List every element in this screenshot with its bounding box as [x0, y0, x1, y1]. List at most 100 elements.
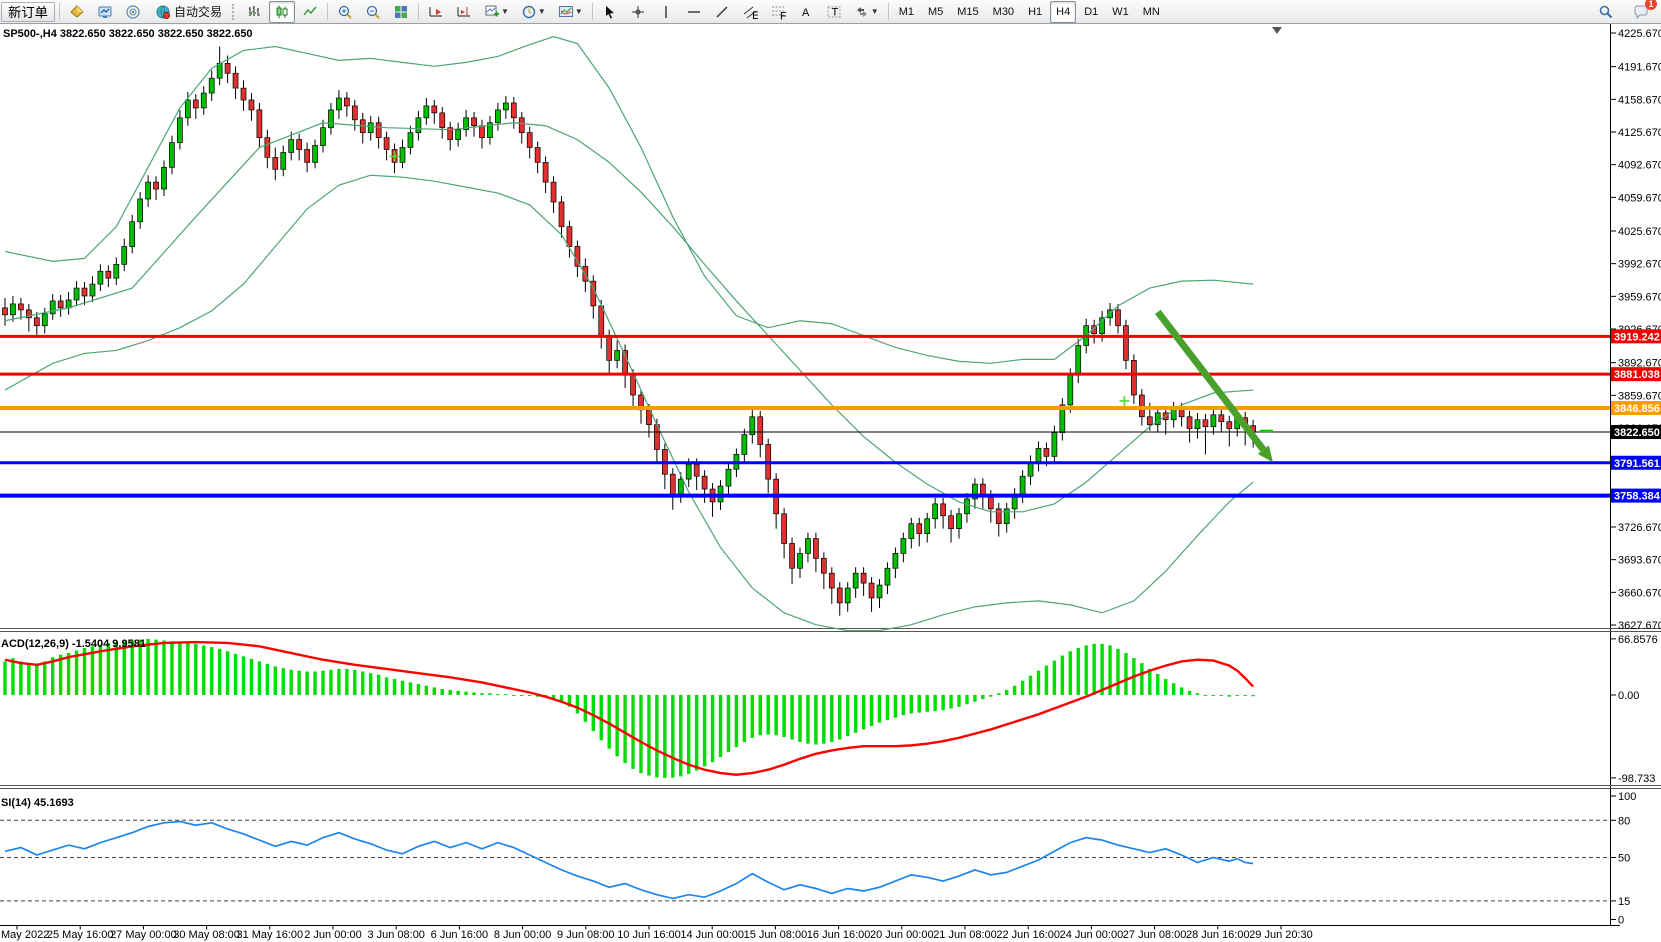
svg-text:E: E	[752, 10, 758, 20]
candle	[169, 143, 174, 168]
macd-histogram-bar	[687, 695, 690, 774]
candle	[686, 464, 691, 479]
macd-histogram-bar	[337, 669, 340, 695]
crosshair-tool-button[interactable]	[625, 1, 651, 23]
macd-histogram-bar	[274, 666, 277, 695]
price-tick-label: 3859.670	[1618, 390, 1661, 402]
chart-shift-marker[interactable]	[1272, 27, 1282, 34]
candle	[1028, 462, 1033, 476]
trend-arrow-line[interactable]	[1158, 312, 1264, 450]
arrows-tool-dropdown[interactable]: ▼	[849, 1, 884, 23]
timeframe-button-m30[interactable]: M30	[987, 1, 1020, 23]
macd-histogram-bar	[1228, 695, 1231, 697]
price-chart-canvas[interactable]: 4225.6704191.6704158.6704125.6704092.670…	[0, 0, 1661, 942]
macd-histogram-bar	[496, 694, 499, 695]
macd-histogram-bar	[647, 695, 650, 776]
price-tick-label: 4025.670	[1618, 226, 1661, 238]
macd-histogram-bar	[369, 673, 372, 695]
candle	[758, 417, 763, 445]
macd-histogram-bar	[886, 695, 889, 720]
macd-histogram-bar	[973, 695, 976, 702]
macd-histogram-bar	[631, 695, 634, 769]
search-icon[interactable]	[1593, 1, 1619, 23]
macd-histogram-bar	[480, 693, 483, 695]
time-tick-label: 10 Jun 16:00	[617, 929, 681, 941]
macd-histogram-bar	[1244, 695, 1247, 696]
timeframe-button-h1[interactable]: H1	[1022, 1, 1048, 23]
indicators-dropdown[interactable]: ▼	[553, 1, 588, 23]
macd-histogram-bar	[1061, 656, 1064, 695]
text-tool-button[interactable]: A	[793, 1, 819, 23]
macd-histogram-bar	[393, 679, 396, 695]
macd-histogram-bar	[782, 695, 785, 737]
price-tick-label: 4225.670	[1618, 28, 1661, 40]
tile-windows-button[interactable]	[388, 1, 414, 23]
macd-histogram-bar	[1092, 644, 1095, 695]
candle	[297, 140, 302, 150]
macd-axis-label: 0.00	[1618, 690, 1639, 702]
market-watch-icon[interactable]	[92, 1, 118, 23]
candle	[416, 118, 421, 133]
macd-histogram-bar	[997, 693, 1000, 695]
macd-histogram-bar	[1029, 676, 1032, 695]
macd-histogram-bar	[639, 695, 642, 773]
candle	[1004, 509, 1009, 524]
channel-tool-button[interactable]: E	[737, 1, 763, 23]
signal-radar-icon[interactable]	[120, 1, 146, 23]
candle	[1020, 476, 1025, 494]
new-order-button[interactable]: 新订单	[1, 2, 55, 22]
gold-chart-icon[interactable]	[64, 1, 90, 23]
cursor-tool-button[interactable]	[597, 1, 623, 23]
autotrading-button[interactable]: 自动交易	[148, 1, 229, 23]
time-tick-label: 27 Jun 08:00	[1123, 929, 1187, 941]
macd-histogram-bar	[584, 695, 587, 722]
svg-text:F: F	[780, 10, 786, 20]
candle-chart-type-button[interactable]	[269, 1, 295, 23]
macd-histogram-bar	[957, 695, 960, 707]
candle	[567, 227, 572, 247]
plus-marker[interactable]	[1119, 396, 1129, 406]
macd-histogram-bar	[989, 695, 992, 697]
auto-scroll-button[interactable]	[423, 1, 449, 23]
candle	[511, 103, 516, 118]
chat-notification-button[interactable]: 1	[1628, 1, 1654, 23]
macd-histogram-bar	[926, 695, 929, 712]
macd-histogram-bar	[854, 695, 857, 733]
timeframe-button-m5[interactable]: M5	[922, 1, 949, 23]
horizontal-line-tool-button[interactable]	[681, 1, 707, 23]
macd-histogram-bar	[1116, 649, 1119, 695]
candle	[344, 98, 349, 106]
macd-histogram-bar	[19, 661, 22, 695]
bar-chart-type-button[interactable]	[241, 1, 267, 23]
trendline-tool-button[interactable]	[709, 1, 735, 23]
candle	[1195, 420, 1200, 429]
price-tick-label: 4158.670	[1618, 94, 1661, 106]
macd-histogram-bar	[719, 695, 722, 757]
chevron-down-icon: ▼	[871, 7, 879, 16]
timeframe-button-d1[interactable]: D1	[1078, 1, 1104, 23]
timeframe-button-m1[interactable]: M1	[893, 1, 920, 23]
new-chart-dropdown[interactable]: ▼	[479, 1, 514, 23]
chart-shift-button[interactable]	[451, 1, 477, 23]
zoom-in-button[interactable]	[332, 1, 358, 23]
vertical-line-tool-button[interactable]	[653, 1, 679, 23]
timeframe-button-m15[interactable]: M15	[951, 1, 984, 23]
macd-histogram-bar	[353, 670, 356, 695]
separator	[888, 3, 889, 20]
timeframe-button-w1[interactable]: W1	[1106, 1, 1135, 23]
timeframe-button-mn[interactable]: MN	[1137, 1, 1166, 23]
timeframe-button-h4[interactable]: H4	[1050, 1, 1076, 23]
candle	[901, 539, 906, 554]
candle	[670, 474, 675, 494]
zoom-out-button[interactable]	[360, 1, 386, 23]
text-label-tool-button[interactable]: T	[821, 1, 847, 23]
candle	[130, 222, 135, 247]
macd-axis-label: 66.8576	[1618, 634, 1658, 646]
fibonacci-tool-button[interactable]: F	[765, 1, 791, 23]
price-tag-label: 3846.856	[1614, 403, 1660, 415]
plus-marker[interactable]	[390, 151, 400, 161]
macd-histogram-bar	[1013, 686, 1016, 695]
line-chart-type-button[interactable]	[297, 1, 323, 23]
candle	[154, 182, 159, 189]
period-clock-dropdown[interactable]: ▼	[516, 1, 551, 23]
